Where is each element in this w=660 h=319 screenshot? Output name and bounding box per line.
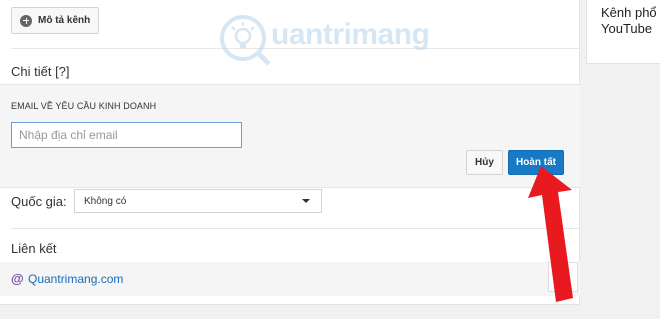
business-email-input[interactable] [11, 122, 242, 148]
divider [11, 228, 580, 229]
caret-down-icon [302, 199, 310, 203]
country-label: Quốc gia: [11, 194, 67, 209]
watermark-logo-icon [220, 15, 271, 66]
business-email-panel: EMAIL VỀ YÊU CẦU KINH DOANH Hủy Hoàn tất [0, 84, 580, 188]
pencil-icon [558, 271, 569, 282]
watermark: uantrimang [215, 8, 435, 68]
cancel-button[interactable]: Hủy [466, 150, 503, 175]
at-icon: @ [11, 271, 24, 286]
side-card-line1: Kênh phổ [601, 5, 657, 20]
channel-description-button[interactable]: Mô tả kênh [11, 7, 99, 34]
country-select[interactable]: Không có [74, 189, 322, 213]
side-card-line2: YouTube [601, 21, 653, 36]
links-heading: Liên kết [11, 241, 57, 256]
country-selected-value: Không có [84, 195, 127, 207]
link-row: @ Quantrimang.com [0, 262, 580, 296]
edit-links-button[interactable] [548, 262, 578, 292]
done-button[interactable]: Hoàn tất [508, 150, 564, 175]
plus-circle-icon [20, 14, 32, 27]
business-email-heading: EMAIL VỀ YÊU CẦU KINH DOANH [11, 101, 157, 111]
channel-description-label: Mô tả kênh [38, 15, 91, 26]
side-card: Kênh phổ YouTube [586, 0, 660, 64]
details-heading: Chi tiết [?] [11, 64, 70, 79]
watermark-text: uantrimang [271, 18, 430, 51]
website-link[interactable]: Quantrimang.com [28, 272, 123, 286]
